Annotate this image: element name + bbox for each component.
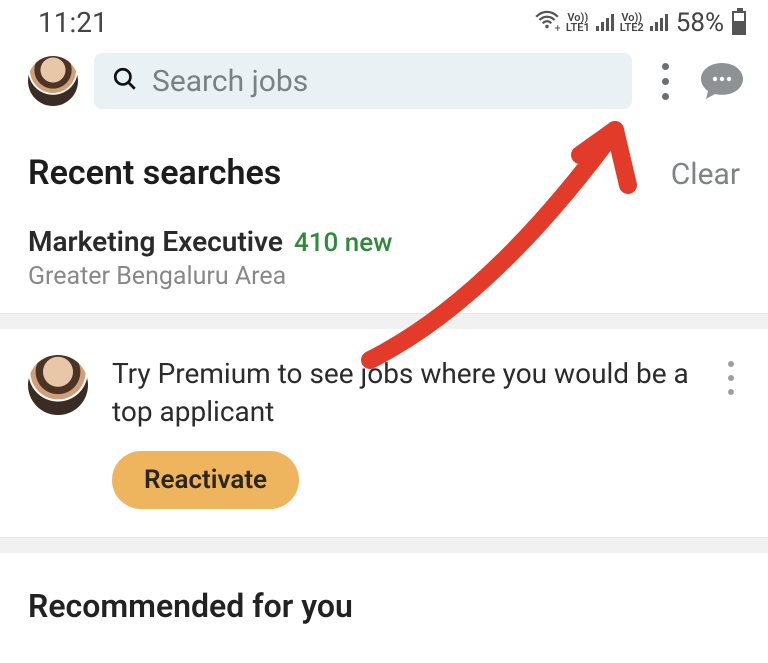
recent-search-item[interactable]: Marketing Executive 410 new Greater Beng… xyxy=(0,201,768,313)
svg-text:+: + xyxy=(554,21,559,32)
wifi-icon: + xyxy=(534,7,560,39)
recent-search-new-count: 410 new xyxy=(294,228,393,258)
signal-1-icon xyxy=(596,14,614,31)
promo-text: Try Premium to see jobs where you would … xyxy=(112,355,690,431)
recent-search-title: Marketing Executive xyxy=(28,225,283,258)
lte2-label: LTE2 xyxy=(620,23,644,33)
status-bar: 11:21 + Vo)) LTE1 Vo)) LTE2 58% xyxy=(0,0,768,43)
promo-overflow-icon[interactable] xyxy=(714,361,748,395)
search-placeholder: Search jobs xyxy=(152,64,308,99)
lte1-label: LTE1 xyxy=(566,23,590,33)
search-input[interactable]: Search jobs xyxy=(94,53,632,109)
battery-icon xyxy=(732,11,746,35)
section-divider xyxy=(0,537,768,553)
battery-percent: 58% xyxy=(676,8,724,38)
recent-searches-title: Recent searches xyxy=(28,153,281,193)
clear-button[interactable]: Clear xyxy=(671,157,740,192)
section-divider xyxy=(0,313,768,329)
chat-icon[interactable] xyxy=(698,61,746,101)
app-header: Search jobs xyxy=(0,43,768,121)
premium-promo-card: Try Premium to see jobs where you would … xyxy=(0,329,768,537)
status-time: 11:21 xyxy=(38,6,108,39)
recent-search-location: Greater Bengaluru Area xyxy=(28,262,740,291)
overflow-menu-icon[interactable] xyxy=(648,63,682,100)
status-right: + Vo)) LTE1 Vo)) LTE2 58% xyxy=(534,7,746,39)
search-icon xyxy=(112,66,138,96)
signal-2-icon xyxy=(650,14,668,31)
recent-searches-header: Recent searches Clear xyxy=(0,121,768,201)
reactivate-button[interactable]: Reactivate xyxy=(112,451,299,509)
promo-avatar xyxy=(28,355,88,415)
recommended-title: Recommended for you xyxy=(28,587,740,625)
recommended-section: Recommended for you xyxy=(0,553,768,625)
profile-avatar[interactable] xyxy=(28,56,78,106)
